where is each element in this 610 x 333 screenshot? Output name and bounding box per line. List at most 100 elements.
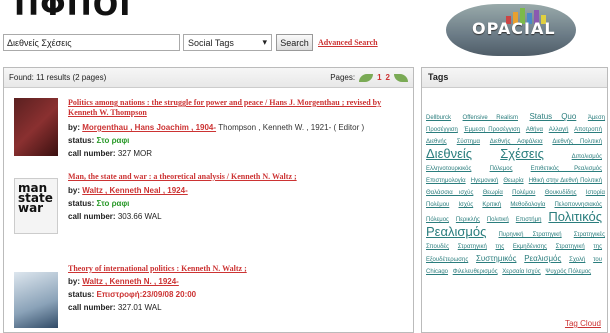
author-link[interactable]: Waltz , Kenneth Neal , 1924- bbox=[82, 186, 188, 195]
contributor: Thompson , Kenneth W. , 1921- ( Editor ) bbox=[218, 123, 365, 132]
tag-link[interactable]: Διεθνής Ασφάλεια bbox=[490, 139, 543, 145]
result-status: status: Στο ραφι bbox=[68, 136, 129, 145]
tag-link[interactable]: Επιστημολογία bbox=[426, 178, 466, 184]
book-cover-image[interactable]: man state war bbox=[14, 178, 58, 234]
author-link[interactable]: Morgenthau , Hans Joachim , 1904- bbox=[82, 123, 216, 132]
tag-link[interactable]: Ελληνοτουρκικός bbox=[426, 166, 471, 172]
tag-link[interactable]: Ρεαλισμός bbox=[426, 224, 486, 239]
by-label: by: bbox=[68, 186, 80, 195]
call-value: 327.01 WAL bbox=[117, 303, 162, 312]
chevron-down-icon: ▾ bbox=[262, 37, 267, 47]
page-link-2[interactable]: 2 bbox=[386, 73, 390, 82]
result-call-number: call number: 303.66 WAL bbox=[68, 212, 162, 221]
by-label: by: bbox=[68, 123, 80, 132]
status-value: Στο ραφι bbox=[96, 199, 130, 208]
tag-link[interactable]: Ισχύς bbox=[458, 202, 473, 208]
logo-text: OPACIAL bbox=[472, 19, 556, 38]
pages-label: Pages: bbox=[330, 73, 356, 82]
result-title[interactable]: Theory of international politics : Kenne… bbox=[68, 264, 408, 274]
status-label: status: bbox=[68, 199, 95, 208]
tag-link[interactable]: Αθήνα bbox=[526, 127, 543, 133]
tag-link[interactable]: Θαλάσσια ισχύς bbox=[426, 190, 473, 196]
tag-link[interactable]: Αποτροπή bbox=[574, 127, 602, 133]
results-header: Found: 11 results (2 pages) Pages: 1 2 bbox=[4, 68, 413, 88]
tag-link[interactable]: Εξουδέτερωσης bbox=[426, 257, 468, 263]
page: ΠΦΠΟΙ OPACIAL Social Tags ▾ Search Advan… bbox=[0, 0, 610, 333]
tag-link[interactable]: Dellburck bbox=[426, 115, 451, 121]
tag-link[interactable]: της bbox=[496, 244, 505, 250]
tag-link[interactable]: Θουκυδίδης bbox=[545, 190, 577, 196]
by-label: by: bbox=[68, 277, 80, 286]
status-value: Επιστροφή:23/09/08 20:00 bbox=[96, 290, 197, 299]
tag-link[interactable]: Εκμηδένισης bbox=[513, 244, 547, 250]
tag-link[interactable]: Στρατηγική bbox=[556, 244, 585, 250]
tag-link[interactable]: Chicago bbox=[426, 269, 448, 275]
tag-link[interactable]: Αλλαγή bbox=[549, 127, 569, 133]
tag-link[interactable]: Διεθνής Πολιτική bbox=[552, 139, 602, 145]
tag-link[interactable]: Διεθνής bbox=[426, 139, 447, 145]
tag-link[interactable]: Σύστημα bbox=[457, 139, 480, 145]
tag-link[interactable]: Ηγεμονική bbox=[471, 178, 498, 184]
tag-link[interactable]: Μεθοδολογία bbox=[510, 202, 545, 208]
result-author-line: by: Waltz , Kenneth Neal , 1924- bbox=[68, 186, 188, 195]
result-call-number: call number: 327 MOR bbox=[68, 149, 152, 158]
tag-link[interactable]: Σχολή bbox=[569, 257, 585, 263]
tag-link[interactable]: Ρεαλισμός bbox=[524, 254, 561, 263]
tag-link[interactable]: Επιστήμη bbox=[516, 217, 542, 223]
results-panel: Found: 11 results (2 pages) Pages: 1 2 P… bbox=[3, 67, 414, 333]
tag-link[interactable]: Κριτική bbox=[482, 202, 501, 208]
book-cover-image[interactable] bbox=[14, 98, 58, 156]
tag-link[interactable]: Πόλεμος bbox=[490, 166, 513, 172]
tag-link[interactable]: Πολιτική bbox=[487, 217, 509, 223]
tag-link[interactable]: Πυρηνική Στρατηγική bbox=[498, 232, 561, 238]
status-label: status: bbox=[68, 136, 95, 145]
tag-link[interactable]: Χερσαία Ισχύς bbox=[502, 269, 540, 275]
search-field-select[interactable]: Social Tags ▾ bbox=[183, 34, 272, 51]
call-value: 327 MOR bbox=[117, 149, 153, 158]
tag-link[interactable]: Status Quo bbox=[529, 112, 576, 121]
tag-cloud-link[interactable]: Tag Cloud bbox=[565, 319, 601, 328]
page-link-1[interactable]: 1 bbox=[377, 73, 381, 82]
result-title[interactable]: Man, the state and war : a theoretical a… bbox=[68, 172, 408, 182]
tag-link[interactable]: Περικλής bbox=[456, 217, 480, 223]
result-call-number: call number: 327.01 WAL bbox=[68, 303, 162, 312]
tag-link[interactable]: Επιθετικός Ρεαλισμός bbox=[531, 166, 602, 172]
tag-link[interactable]: Θεωρία bbox=[503, 178, 523, 184]
tag-link[interactable]: Πελοποννησιακός bbox=[554, 202, 602, 208]
tag-link[interactable]: Στρατηγική bbox=[458, 244, 487, 250]
next-page-icon[interactable] bbox=[394, 73, 408, 82]
page-title: ΠΦΠΟΙ bbox=[14, 0, 132, 23]
tags-panel: Tags Dellburck Offensive Realism Status … bbox=[421, 67, 608, 333]
call-value: 303.66 WAL bbox=[117, 212, 162, 221]
pagination: Pages: 1 2 bbox=[330, 73, 408, 82]
prev-page-icon[interactable] bbox=[359, 73, 374, 82]
book-cover-image[interactable] bbox=[14, 272, 58, 328]
result-author-line: by: Waltz , Kenneth N. , 1924- bbox=[68, 277, 179, 286]
call-label: call number: bbox=[68, 149, 116, 158]
tag-link[interactable]: Πόλεμος bbox=[426, 217, 449, 223]
tag-link[interactable]: Θεωρία bbox=[483, 190, 503, 196]
tag-link[interactable]: Πολιτικός bbox=[548, 209, 602, 224]
tag-link[interactable]: του bbox=[593, 257, 602, 263]
tag-link[interactable]: Φιλελευθερισμός bbox=[453, 269, 498, 275]
result-title[interactable]: Politics among nations : the struggle fo… bbox=[68, 98, 408, 118]
tag-link[interactable]: Διεθνείς bbox=[426, 146, 472, 161]
search-button[interactable]: Search bbox=[276, 34, 313, 51]
tag-link[interactable]: Ψυχρός Πόλεμος bbox=[545, 269, 591, 275]
tag-link[interactable]: Ηθική στην Διεθνή Πολιτική bbox=[529, 178, 602, 184]
tag-link[interactable]: Πολέμου bbox=[512, 190, 535, 196]
result-status: status: Στο ραφι bbox=[68, 199, 129, 208]
call-label: call number: bbox=[68, 303, 116, 312]
tag-link[interactable]: Διπολισμός bbox=[572, 154, 602, 160]
author-link[interactable]: Waltz , Kenneth N. , 1924- bbox=[82, 277, 179, 286]
tag-link[interactable]: Offensive Realism bbox=[463, 115, 518, 121]
advanced-search-link[interactable]: Advanced Search bbox=[318, 38, 378, 47]
search-input[interactable] bbox=[3, 34, 180, 51]
tag-link[interactable]: Σχέσεις bbox=[500, 146, 544, 161]
tag-link[interactable]: Συστημικός bbox=[476, 254, 516, 263]
opacial-logo: OPACIAL bbox=[446, 4, 576, 56]
tag-cloud: Dellburck Offensive Realism Status Quo Ά… bbox=[426, 111, 605, 278]
tag-link[interactable]: Έμμεση Προσέγγιση bbox=[464, 127, 520, 133]
tag-link[interactable]: της bbox=[593, 244, 602, 250]
search-field-value: Social Tags bbox=[188, 37, 234, 48]
